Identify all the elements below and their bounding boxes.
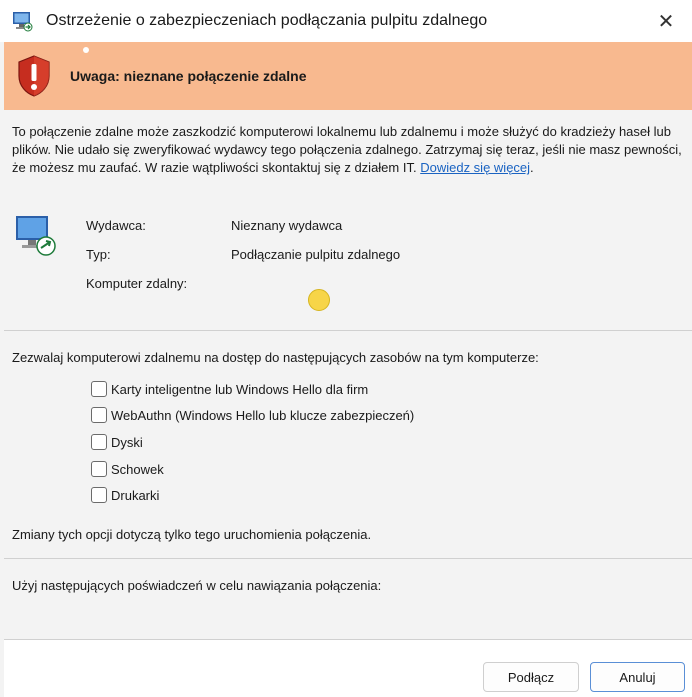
checkbox-clipboard[interactable]: Schowek bbox=[91, 461, 164, 477]
remote-computer-icon bbox=[16, 216, 56, 256]
checkbox-box[interactable] bbox=[91, 461, 107, 477]
checkbox-drives[interactable]: Dyski bbox=[91, 434, 143, 450]
cursor-highlight bbox=[308, 289, 330, 311]
checkbox-label: WebAuthn (Windows Hello lub klucze zabez… bbox=[111, 407, 415, 423]
window-title: Ostrzeżenie o zabezpieczeniach podłączan… bbox=[46, 12, 488, 29]
checkbox-box[interactable] bbox=[91, 487, 107, 503]
publisher-value: Nieznany wydawca bbox=[231, 218, 343, 233]
credentials-text: Użyj następujących poświadczeń w celu na… bbox=[12, 578, 382, 593]
publisher-row: Wydawca: Nieznany wydawca bbox=[86, 218, 342, 233]
resources-prompt: Zezwalaj komputerowi zdalnemu na dostęp … bbox=[12, 350, 539, 365]
type-label: Typ: bbox=[86, 247, 111, 262]
close-icon: ✕ bbox=[657, 10, 675, 33]
warning-shield-icon bbox=[18, 55, 50, 97]
checkbox-webauthn[interactable]: WebAuthn (Windows Hello lub klucze zabez… bbox=[91, 407, 414, 423]
intro-paragraph: To połączenie zdalne może zaszkodzić kom… bbox=[12, 124, 682, 175]
remote-computer-row: Komputer zdalny: bbox=[86, 276, 187, 291]
checkbox-label: Karty inteligentne lub Windows Hello dla… bbox=[111, 381, 369, 397]
banner-highlight-dot bbox=[83, 47, 89, 53]
close-button[interactable]: ✕ bbox=[654, 9, 678, 33]
checkbox-printers[interactable]: Drukarki bbox=[91, 487, 159, 503]
type-row: Typ: Podłączanie pulpitu zdalnego bbox=[86, 247, 400, 262]
checkbox-label: Drukarki bbox=[111, 487, 160, 503]
button-bar bbox=[4, 640, 692, 697]
learn-more-link[interactable]: Dowiedz się więcej bbox=[420, 160, 530, 175]
connect-button[interactable]: Podłącz bbox=[483, 662, 579, 692]
divider bbox=[4, 558, 692, 559]
remote-computer-label: Komputer zdalny: bbox=[86, 276, 188, 291]
checkbox-box[interactable] bbox=[91, 407, 107, 423]
remote-desktop-icon bbox=[13, 12, 33, 32]
warning-banner: Uwaga: nieznane połączenie zdalne bbox=[4, 42, 692, 110]
checkbox-box[interactable] bbox=[91, 434, 107, 450]
title-bar: Ostrzeżenie o zabezpieczeniach podłączan… bbox=[0, 0, 692, 42]
divider bbox=[4, 330, 692, 331]
options-note: Zmiany tych opcji dotyczą tylko tego uru… bbox=[12, 527, 372, 542]
checkbox-label: Schowek bbox=[111, 461, 164, 477]
checkbox-box[interactable] bbox=[91, 381, 107, 397]
intro-text: To połączenie zdalne może zaszkodzić kom… bbox=[12, 124, 682, 175]
checkbox-label: Dyski bbox=[111, 434, 143, 450]
cancel-button[interactable]: Anuluj bbox=[590, 662, 685, 692]
type-value: Podłączanie pulpitu zdalnego bbox=[231, 247, 401, 262]
warning-heading: Uwaga: nieznane połączenie zdalne bbox=[70, 68, 307, 84]
publisher-label: Wydawca: bbox=[86, 218, 146, 233]
checkbox-smart-cards[interactable]: Karty inteligentne lub Windows Hello dla… bbox=[91, 381, 368, 397]
security-warning-dialog: Ostrzeżenie o zabezpieczeniach podłączan… bbox=[0, 0, 692, 697]
